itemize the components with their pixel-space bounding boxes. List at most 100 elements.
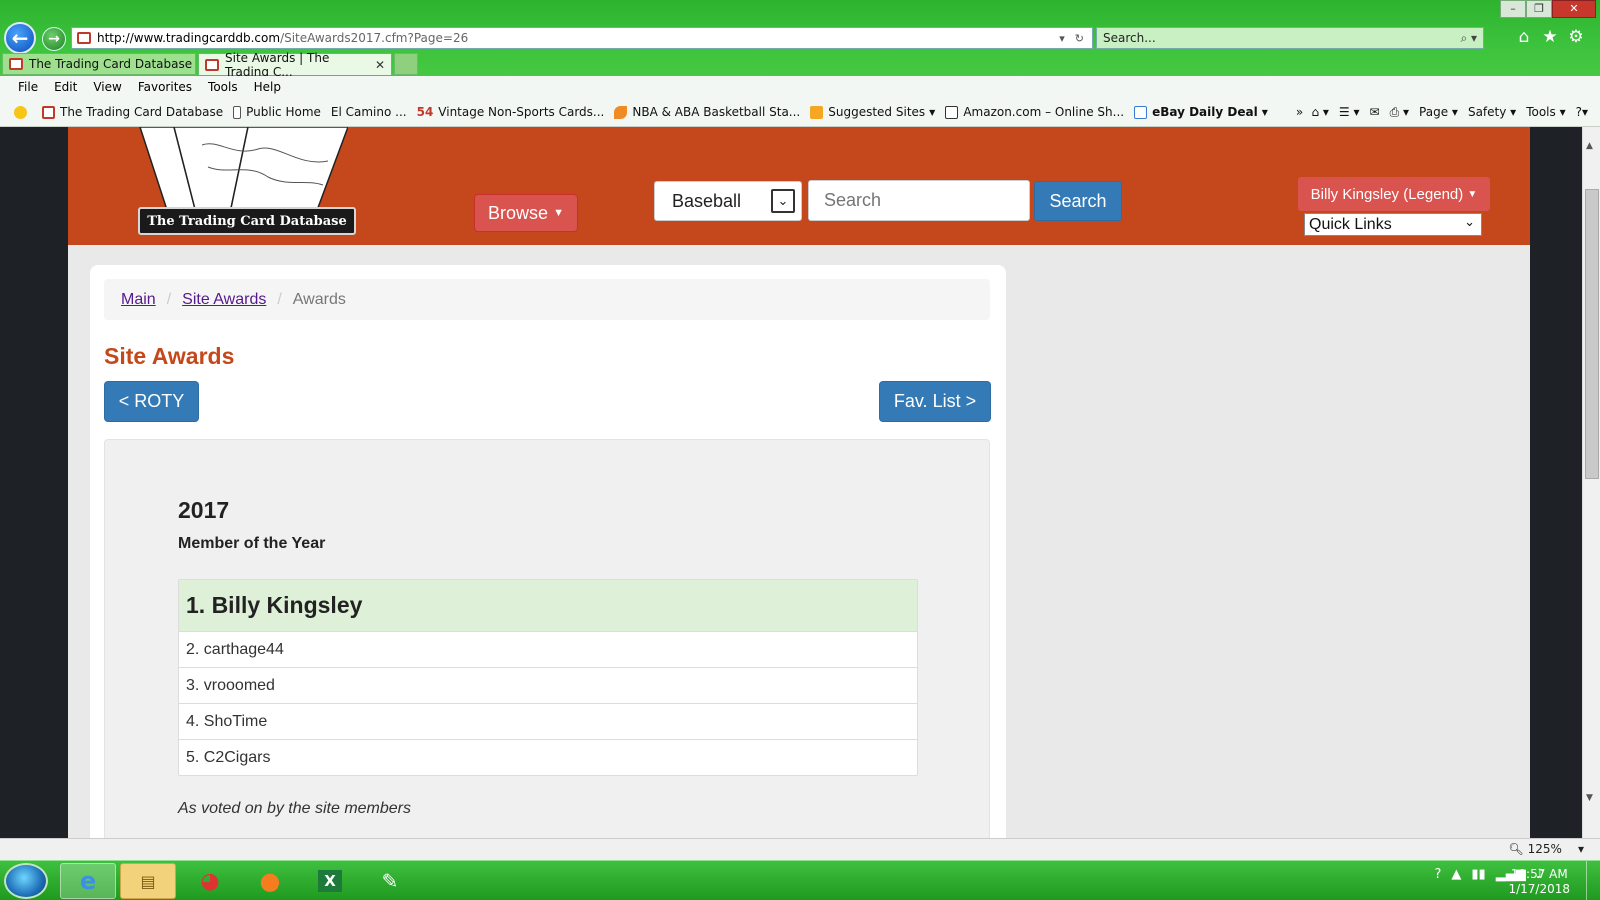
tab-site-awards[interactable]: Site Awards | The Trading C... ✕ <box>198 51 392 79</box>
menu-favorites[interactable]: Favorites <box>138 80 192 94</box>
more-favorites-icon[interactable]: » <box>1296 105 1303 119</box>
scrollbar-thumb[interactable] <box>1585 189 1599 479</box>
chrome-taskbar-icon[interactable]: ◕ <box>182 863 238 899</box>
address-dropdown-icon[interactable]: ▾ <box>1059 32 1065 45</box>
status-bar: 🔍︎ 125% ▾ <box>0 838 1600 860</box>
windows-taskbar: e ▤ ◕ ● X ✎ ? ▲ ▮▮ ▂▄▆ ♪ 10:57 AM 1/17/2… <box>0 860 1600 900</box>
breadcrumb-separator: / <box>166 290 172 308</box>
tab-trading-card-database[interactable]: The Trading Card Database <box>2 53 196 75</box>
menu-help[interactable]: Help <box>254 80 281 94</box>
browse-button[interactable]: Browse ▼ <box>474 194 578 232</box>
browser-chrome: – ❐ ✕ ← → http://www.tradingcarddb.com/S… <box>0 0 1600 127</box>
site-logo[interactable]: The Trading Card Database <box>138 207 356 235</box>
system-clock[interactable]: 10:57 AM 1/17/2018 <box>1508 867 1570 897</box>
fav-link-amazon[interactable]: Amazon.com – Online Sh... <box>945 105 1124 119</box>
close-tab-icon[interactable]: ✕ <box>375 58 385 72</box>
zoom-control[interactable]: 🔍︎ 125% ▾ <box>1508 842 1584 856</box>
menu-view[interactable]: View <box>93 80 121 94</box>
chevron-down-icon: ⌄ <box>771 189 795 213</box>
winner-row-4: 4. ShoTime <box>179 703 917 739</box>
url-text: http://www.tradingcarddb.com/SiteAwards2… <box>97 31 469 45</box>
menu-tools[interactable]: Tools <box>208 80 238 94</box>
address-bar[interactable]: http://www.tradingcarddb.com/SiteAwards2… <box>71 27 1093 49</box>
clock-time: 10:57 AM <box>1510 867 1568 881</box>
help-tray-icon[interactable]: ? <box>1434 867 1441 882</box>
cmd-safety[interactable]: Safety ▾ <box>1468 105 1516 119</box>
breadcrumb-site-awards[interactable]: Site Awards <box>182 291 266 309</box>
zoom-level: 125% <box>1527 842 1562 856</box>
tab-label: Site Awards | The Trading C... <box>225 50 330 79</box>
forward-button[interactable]: → <box>42 27 66 51</box>
winner-row-1: 1. Billy Kingsley <box>179 580 917 631</box>
browser-search-box[interactable]: Search... ⌕ ▾ <box>1096 27 1484 49</box>
arrow-right-icon: → <box>48 31 60 47</box>
breadcrumb-main[interactable]: Main <box>121 291 156 309</box>
chevron-down-icon: ▾ <box>1577 842 1584 856</box>
firefox-taskbar-icon[interactable]: ● <box>242 863 298 899</box>
paint-taskbar-icon[interactable]: ✎ <box>362 863 418 899</box>
site-search-input[interactable] <box>808 180 1030 221</box>
add-favorite-icon[interactable] <box>14 105 32 119</box>
fav-link-el-camino[interactable]: El Camino ... <box>331 105 407 119</box>
site-header: The Trading Card Database Browse ▼ Baseb… <box>68 127 1530 245</box>
internet-explorer-taskbar-icon[interactable]: e <box>60 863 116 899</box>
prev-award-button[interactable]: < ROTY <box>104 381 199 422</box>
fav-link-vintage-non-sports[interactable]: 54 Vintage Non-Sports Cards... <box>417 105 605 119</box>
scroll-up-icon[interactable]: ▲ <box>1586 141 1593 151</box>
fav-link-suggested-sites[interactable]: Suggested Sites ▼ <box>810 105 935 119</box>
search-button[interactable]: Search <box>1034 181 1122 221</box>
home-icon[interactable]: ⌂ <box>1514 27 1534 47</box>
user-menu-button[interactable]: Billy Kingsley (Legend) ▼ <box>1298 177 1490 211</box>
next-award-button[interactable]: Fav. List > <box>879 381 991 422</box>
content-panel: Main / Site Awards / Awards Site Awards … <box>90 265 1006 838</box>
window-controls: – ❐ ✕ <box>1500 0 1596 18</box>
page-viewport: ▲ ▼ The Trading Card Database Browse ▼ B… <box>0 127 1600 838</box>
sport-select[interactable]: Baseball ⌄ <box>654 181 802 221</box>
menu-edit[interactable]: Edit <box>54 80 77 94</box>
winner-row-2: 2. carthage44 <box>179 631 917 667</box>
zoom-magnifier-icon: 🔍︎ <box>1508 842 1524 856</box>
tcdb-favicon-icon <box>42 105 55 119</box>
excel-taskbar-icon[interactable]: X <box>302 863 358 899</box>
page-title: Site Awards <box>104 343 235 369</box>
fav-link-nba-aba[interactable]: NBA & ABA Basketball Sta... <box>614 105 800 119</box>
back-button[interactable]: ← <box>4 22 36 54</box>
ebay-icon <box>1134 105 1148 119</box>
help-icon[interactable]: ?▾ <box>1576 105 1588 119</box>
tab-label: The Trading Card Database <box>29 57 193 71</box>
close-window-button[interactable]: ✕ <box>1552 0 1596 18</box>
restore-button[interactable]: ❐ <box>1526 0 1552 18</box>
minimize-button[interactable]: – <box>1500 0 1526 18</box>
award-year: 2017 <box>178 497 230 523</box>
print-icon[interactable]: ⎙ ▾ <box>1390 105 1409 120</box>
chevron-down-icon: ▼ <box>929 107 936 117</box>
fav-link-trading-card-database[interactable]: The Trading Card Database <box>42 105 223 119</box>
refresh-icon[interactable]: ↻ <box>1075 32 1084 45</box>
mail-icon[interactable]: ✉ <box>1370 105 1380 119</box>
favorites-star-icon[interactable]: ★ <box>1540 27 1560 47</box>
site-favicon-icon <box>77 32 91 44</box>
network-icon[interactable]: ▮▮ <box>1471 867 1485 882</box>
cmd-page[interactable]: Page ▾ <box>1419 105 1458 119</box>
menu-file[interactable]: File <box>18 80 38 94</box>
new-tab-button[interactable] <box>394 53 418 75</box>
search-magnifier-icon[interactable]: ⌕ ▾ <box>1460 31 1483 46</box>
chevron-down-icon: ⌄ <box>1464 214 1475 229</box>
rss-feed-icon[interactable]: ☰ ▾ <box>1339 105 1360 119</box>
file-explorer-taskbar-icon[interactable]: ▤ <box>120 863 176 899</box>
fav-link-public-home[interactable]: Public Home <box>233 105 321 119</box>
vertical-scrollbar[interactable]: ▲ ▼ <box>1582 127 1600 838</box>
tray-expand-icon[interactable]: ▲ <box>1451 867 1461 882</box>
breadcrumb-current: Awards <box>292 290 346 308</box>
arrow-left-icon: ← <box>11 26 29 50</box>
home-cmd-icon[interactable]: ⌂ ▾ <box>1311 105 1328 119</box>
cmd-tools[interactable]: Tools ▾ <box>1526 105 1565 119</box>
chevron-down-icon: ▼ <box>1261 107 1268 117</box>
fav-link-ebay-daily-deal[interactable]: eBay Daily Deal ▼ <box>1134 105 1268 119</box>
quick-links-select[interactable]: Quick Links ⌄ <box>1304 213 1482 236</box>
site-page: The Trading Card Database Browse ▼ Baseb… <box>68 127 1530 838</box>
start-button[interactable] <box>4 863 48 899</box>
show-desktop-button[interactable] <box>1586 861 1600 900</box>
scroll-down-icon[interactable]: ▼ <box>1586 793 1593 803</box>
gear-icon[interactable]: ⚙ <box>1566 27 1586 47</box>
